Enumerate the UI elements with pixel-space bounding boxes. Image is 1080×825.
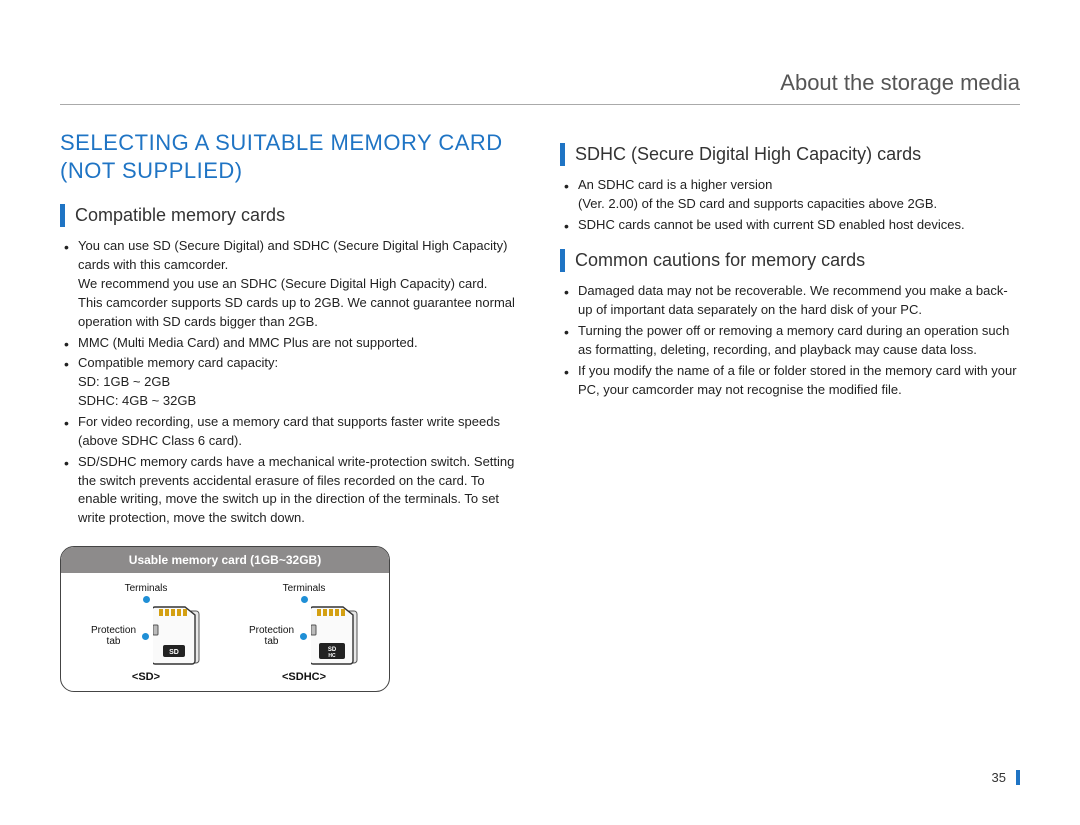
svg-text:HC: HC [328,653,336,659]
text: (Ver. 2.00) of the SD card and supports … [578,196,937,211]
list-item: An SDHC card is a higher version (Ver. 2… [578,176,1020,214]
sd-card-item: Terminals Protection tab [71,583,221,683]
sd-card-icon: SD [153,605,203,667]
text: This camcorder supports SD cards up to 2… [78,295,515,329]
text: We recommend you use an SDHC (Secure Dig… [78,276,487,291]
pointer-dot-icon [301,596,308,603]
pointer-dot-icon [143,596,150,603]
page-number: 35 [992,770,1020,785]
card-box-body: Terminals Protection tab [61,573,389,691]
page-header: About the storage media [60,70,1020,105]
sdhc-list: An SDHC card is a higher version (Ver. 2… [560,176,1020,235]
text: An SDHC card is a higher version [578,177,772,192]
text: tab [265,636,279,647]
text: You can use SD (Secure Digital) and SDHC… [78,238,507,272]
section-cautions-heading: Common cautions for memory cards [560,249,1020,272]
list-item: Compatible memory card capacity: SD: 1GB… [78,354,520,411]
card-type-label: <SD> [132,671,160,683]
list-item: Turning the power off or removing a memo… [578,322,1020,360]
text: Compatible memory card capacity: [78,355,278,370]
terminals-label: Terminals [125,583,168,594]
card-box-header: Usable memory card (1GB~32GB) [61,547,389,573]
list-item: For video recording, use a memory card t… [78,413,520,451]
text: Protection [91,625,136,636]
sdhc-card-item: Terminals Protection tab [229,583,379,683]
list-item: MMC (Multi Media Card) and MMC Plus are … [78,334,520,353]
list-item: You can use SD (Secure Digital) and SDHC… [78,237,520,331]
svg-text:SD: SD [169,649,179,656]
terminals-label: Terminals [283,583,326,594]
list-item: SDHC cards cannot be used with current S… [578,216,1020,235]
sdhc-card-icon: SD HC [311,605,361,667]
text: Protection [249,625,294,636]
content-columns: SELECTING A SUITABLE MEMORY CARD (NOT SU… [60,129,1020,692]
cautions-list: Damaged data may not be recoverable. We … [560,282,1020,399]
text: SD: 1GB ~ 2GB [78,374,170,389]
text: tab [107,636,121,647]
section-compatible-heading: Compatible memory cards [60,204,520,227]
compatible-list: You can use SD (Secure Digital) and SDHC… [60,237,520,528]
text: SDHC: 4GB ~ 32GB [78,393,196,408]
right-column: SDHC (Secure Digital High Capacity) card… [560,129,1020,692]
protection-label: Protection tab [90,625,138,647]
pointer-dot-icon [142,633,149,640]
card-type-label: <SDHC> [282,671,326,683]
section-sdhc-heading: SDHC (Secure Digital High Capacity) card… [560,143,1020,166]
left-column: SELECTING A SUITABLE MEMORY CARD (NOT SU… [60,129,520,692]
card-row: Protection tab [248,605,361,667]
list-item: SD/SDHC memory cards have a mechanical w… [78,453,520,528]
list-item: If you modify the name of a file or fold… [578,362,1020,400]
usable-memory-card-box: Usable memory card (1GB~32GB) Terminals … [60,546,390,692]
main-heading: SELECTING A SUITABLE MEMORY CARD (NOT SU… [60,129,520,184]
pointer-dot-icon [300,633,307,640]
protection-label: Protection tab [248,625,296,647]
list-item: Damaged data may not be recoverable. We … [578,282,1020,320]
card-row: Protection tab [90,605,203,667]
